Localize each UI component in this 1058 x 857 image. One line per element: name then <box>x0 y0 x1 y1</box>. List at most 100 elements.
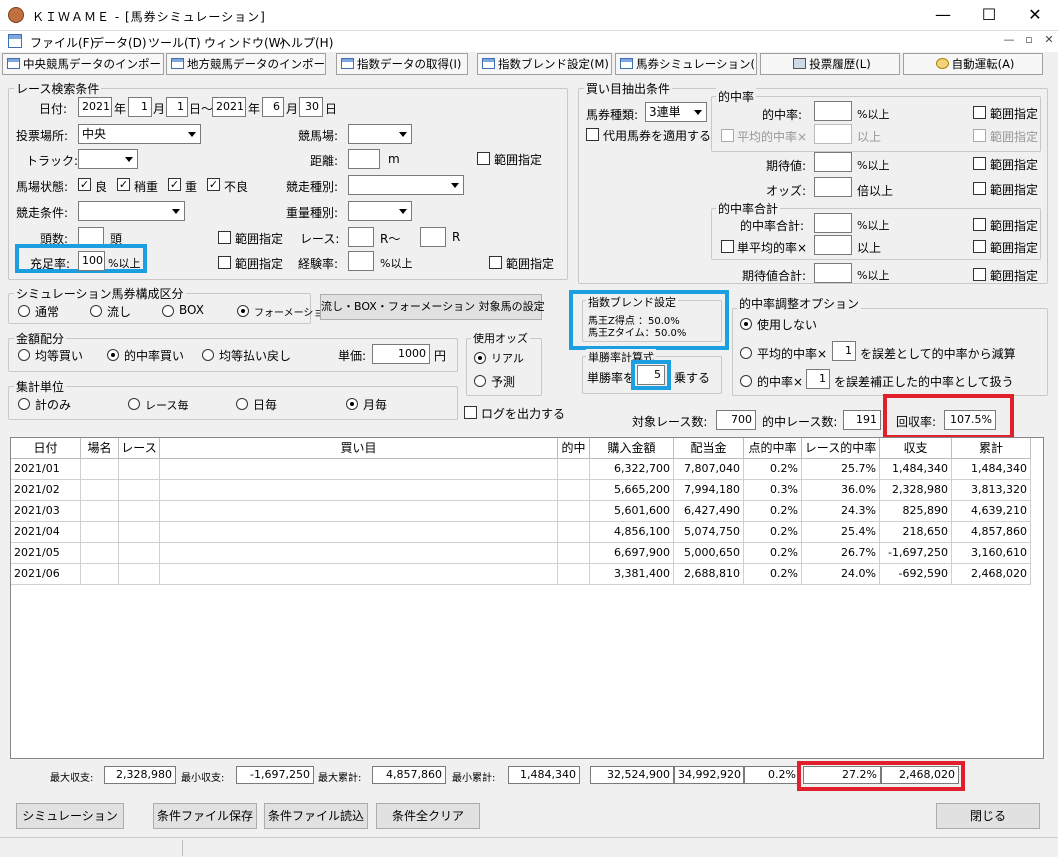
money-hitrate-radio[interactable] <box>107 349 119 361</box>
cell-income[interactable]: 1,484,340 <box>880 459 952 480</box>
menu-help[interactable]: ヘルプ(H) <box>279 34 333 51</box>
cell-race[interactable] <box>119 564 160 585</box>
heads-range-checkbox[interactable] <box>218 231 231 244</box>
cell-payout[interactable]: 6,427,490 <box>674 501 744 522</box>
load-conditions-button[interactable]: 条件ファイル読込 <box>264 803 368 829</box>
col-header-race-hit[interactable]: レース的中率 <box>802 438 880 459</box>
to-year-input[interactable]: 2021 <box>212 97 246 117</box>
menu-tools[interactable]: ツール(T) <box>148 34 201 51</box>
cell-payout[interactable]: 7,994,180 <box>674 480 744 501</box>
experience-range-checkbox[interactable] <box>489 256 502 269</box>
adjust-none-radio[interactable] <box>740 318 752 330</box>
mdi-restore-button[interactable]: ▫ <box>1020 31 1038 49</box>
close-window-button[interactable]: ✕ <box>1012 0 1058 31</box>
table-row[interactable]: 2021/02 5,665,200 7,994,180 0.3% 36.0% 2,328,… <box>11 480 1031 501</box>
col-header-bet[interactable]: 買い目 <box>160 438 558 459</box>
cell-total[interactable]: 3,813,320 <box>952 480 1031 501</box>
sim-nagashi-radio[interactable] <box>90 305 102 317</box>
from-month-input[interactable]: 1 <box>128 97 152 117</box>
unit-price-input[interactable]: 1000 <box>372 344 430 364</box>
table-row[interactable]: 2021/04 4,856,100 5,074,750 0.2% 25.4% 218,65… <box>11 522 1031 543</box>
sim-formation-radio[interactable] <box>237 305 249 317</box>
clear-conditions-button[interactable]: 条件全クリア <box>376 803 480 829</box>
mdi-close-button[interactable]: ✕ <box>1040 31 1058 49</box>
avg-hit-input[interactable] <box>814 124 852 144</box>
cell-race[interactable] <box>119 501 160 522</box>
cell-income[interactable]: 825,890 <box>880 501 952 522</box>
toolbar-history-button[interactable]: 投票履歴(L) <box>760 53 900 75</box>
ev-input[interactable] <box>814 152 852 172</box>
toolbar-import-local-button[interactable]: 地方競馬データのインポート(N) <box>166 53 326 75</box>
menu-window[interactable]: ウィンドウ(W) <box>204 34 285 51</box>
hit-sum-range-checkbox[interactable] <box>973 218 986 231</box>
cell-purchase[interactable]: 6,697,900 <box>590 543 674 564</box>
cell-venue[interactable] <box>81 543 119 564</box>
save-conditions-button[interactable]: 条件ファイル保存 <box>153 803 257 829</box>
cond-slightly-heavy-checkbox[interactable]: ✓ <box>117 178 130 191</box>
cell-purchase[interactable]: 6,322,700 <box>590 459 674 480</box>
money-even-radio[interactable] <box>18 349 30 361</box>
experience-input[interactable] <box>348 251 374 271</box>
proxy-bet-checkbox[interactable] <box>586 128 599 141</box>
maximize-button[interactable]: ☐ <box>966 0 1012 31</box>
cell-income[interactable]: -692,590 <box>880 564 952 585</box>
cell-date[interactable]: 2021/01 <box>11 459 81 480</box>
cell-payout[interactable]: 7,807,040 <box>674 459 744 480</box>
cell-purchase[interactable]: 5,665,200 <box>590 480 674 501</box>
cell-total[interactable]: 4,857,860 <box>952 522 1031 543</box>
cell-date[interactable]: 2021/04 <box>11 522 81 543</box>
col-header-payout[interactable]: 配当金 <box>674 438 744 459</box>
cell-venue[interactable] <box>81 459 119 480</box>
cell-bet[interactable] <box>160 522 558 543</box>
avg-hit-range-checkbox[interactable] <box>973 129 986 142</box>
cell-date[interactable]: 2021/06 <box>11 564 81 585</box>
hit-sum-input[interactable] <box>814 213 852 233</box>
cell-point-hit[interactable]: 0.2% <box>744 459 802 480</box>
agg-total-radio[interactable] <box>18 398 30 410</box>
cell-purchase[interactable]: 4,856,100 <box>590 522 674 543</box>
adjust-correct-input[interactable]: 1 <box>806 369 830 389</box>
results-grid[interactable]: 日付 場名 レース 買い目 的中 購入金額 配当金 点的中率 レース的中率 収支… <box>10 437 1044 759</box>
odds-forecast-radio[interactable] <box>474 375 486 387</box>
minimize-button[interactable]: — <box>920 0 966 31</box>
fill-rate-input[interactable]: 100 <box>78 251 105 271</box>
race-from-input[interactable] <box>348 227 374 247</box>
output-log-checkbox[interactable] <box>464 406 477 419</box>
adjust-subtract-input[interactable]: 1 <box>832 341 856 361</box>
single-avg-input[interactable] <box>814 235 852 255</box>
table-row[interactable]: 2021/03 5,601,600 6,427,490 0.2% 24.3% 825,89… <box>11 501 1031 522</box>
agg-race-radio[interactable] <box>128 398 140 410</box>
menu-file[interactable]: ファイル(F) <box>30 34 94 51</box>
close-button[interactable]: 閉じる <box>936 803 1040 829</box>
sim-normal-radio[interactable] <box>18 305 30 317</box>
col-header-date[interactable]: 日付 <box>11 438 81 459</box>
toolbar-import-central-button[interactable]: 中央競馬データのインポート(J) <box>2 53 164 75</box>
cond-heavy-checkbox[interactable]: ✓ <box>168 178 181 191</box>
ev-sum-range-checkbox[interactable] <box>973 268 986 281</box>
menu-data[interactable]: データ(D) <box>92 34 147 51</box>
cell-hit[interactable] <box>558 480 590 501</box>
cell-income[interactable]: -1,697,250 <box>880 543 952 564</box>
cell-hit[interactable] <box>558 543 590 564</box>
odds-real-radio[interactable] <box>474 352 486 364</box>
cond-bad-checkbox[interactable]: ✓ <box>207 178 220 191</box>
single-avg-range-checkbox[interactable] <box>973 240 986 253</box>
cell-total[interactable]: 4,639,210 <box>952 501 1031 522</box>
cell-date[interactable]: 2021/03 <box>11 501 81 522</box>
cell-payout[interactable]: 5,000,650 <box>674 543 744 564</box>
cell-race-hit[interactable]: 24.3% <box>802 501 880 522</box>
ev-range-checkbox[interactable] <box>973 157 986 170</box>
ev-sum-input[interactable] <box>814 263 852 283</box>
cell-race-hit[interactable]: 26.7% <box>802 543 880 564</box>
race-type-select[interactable] <box>348 175 464 195</box>
col-header-total[interactable]: 累計 <box>952 438 1031 459</box>
cond-good-checkbox[interactable]: ✓ <box>78 178 91 191</box>
course-select[interactable] <box>348 124 412 144</box>
weight-select[interactable] <box>348 201 412 221</box>
cell-point-hit[interactable]: 0.2% <box>744 543 802 564</box>
cell-venue[interactable] <box>81 480 119 501</box>
cell-total[interactable]: 1,484,340 <box>952 459 1031 480</box>
bet-type-select[interactable]: 3連単 <box>645 102 707 122</box>
cell-bet[interactable] <box>160 564 558 585</box>
cell-bet[interactable] <box>160 501 558 522</box>
